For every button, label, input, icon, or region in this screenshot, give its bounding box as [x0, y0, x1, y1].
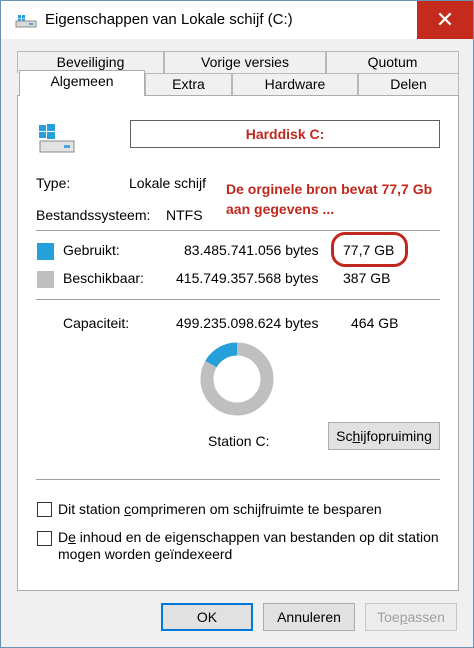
apply-label-part: Toe [377, 609, 400, 625]
window-title: Eigenschappen van Lokale schijf (C:) [45, 11, 293, 28]
disk-cleanup-button[interactable]: Schijfopruiming [328, 422, 440, 450]
close-icon: ✕ [435, 7, 455, 32]
used-space-arc [205, 342, 238, 368]
annotation-highlight-oval [331, 232, 408, 267]
compress-label-part: Dit station [58, 501, 125, 517]
compress-label[interactable]: Dit station comprimeren om schijfruimte … [58, 501, 382, 517]
apply-label-part: assen [407, 609, 445, 625]
tab-delen[interactable]: Delen [358, 73, 459, 95]
ok-button[interactable]: OK [161, 603, 253, 631]
cleanup-label-part: Sc [336, 428, 353, 444]
separator [36, 299, 440, 300]
tab-vorige-versies[interactable]: Vorige versies [164, 51, 326, 73]
filesystem-value: NTFS [166, 207, 203, 223]
capacity-label: Capaciteit: [63, 315, 130, 331]
free-color-swatch [37, 271, 54, 288]
free-bytes: 415.749.357.568 bytes [176, 270, 319, 286]
tab-algemeen[interactable]: Algemeen [19, 70, 145, 96]
separator [36, 230, 440, 231]
usage-donut-chart [200, 342, 274, 416]
index-label-part: D [58, 529, 69, 545]
annotation-note-line1: De orginele bron bevat 77,7 Gb [226, 181, 433, 197]
index-label-line2[interactable]: mogen worden geïndexeerd [58, 546, 232, 562]
close-button[interactable]: ✕ [417, 1, 473, 39]
station-label: Station C: [208, 433, 270, 449]
index-label-part: inhoud en de eigenschappen van bestanden… [75, 529, 439, 545]
title-bar[interactable]: Eigenschappen van Lokale schijf (C:) ✕ [1, 1, 473, 39]
capacity-bytes: 499.235.098.624 bytes [176, 315, 319, 331]
cleanup-label-part: ijfopruiming [360, 428, 432, 444]
properties-window: Eigenschappen van Lokale schijf (C:) ✕ B… [0, 0, 474, 648]
free-gb: 387 GB [343, 270, 391, 286]
tab-hardware[interactable]: Hardware [232, 73, 358, 95]
used-bytes: 83.485.741.056 bytes [184, 242, 319, 258]
apply-label-accesskey: p [399, 609, 408, 625]
filesystem-label: Bestandssysteem: [36, 207, 151, 223]
windows-drive-icon [39, 124, 75, 153]
cancel-button[interactable]: Annuleren [263, 603, 355, 631]
apply-button[interactable]: Toepassen [365, 603, 457, 631]
type-label: Type: [36, 175, 71, 191]
compress-label-part: omprimeren om schijfruimte te besparen [131, 501, 382, 517]
index-label-accesskey: e [68, 529, 76, 545]
compress-checkbox[interactable] [37, 502, 52, 517]
index-label[interactable]: De inhoud en de eigenschappen van bestan… [58, 529, 439, 545]
used-color-swatch [37, 243, 54, 260]
drive-name-field[interactable]: Harddisk C: [130, 120, 440, 148]
index-checkbox[interactable] [37, 531, 52, 546]
drive-icon [15, 15, 37, 28]
tab-quotum[interactable]: Quotum [326, 51, 459, 73]
used-label: Gebruikt: [63, 242, 120, 258]
general-panel: Harddisk C: Type: Lokale schijf De orgin… [17, 95, 459, 591]
type-value: Lokale schijf [129, 175, 207, 191]
annotation-note-line2: aan gegevens ... [226, 201, 335, 217]
free-label: Beschikbaar: [63, 270, 144, 286]
capacity-gb: 464 GB [351, 315, 399, 331]
tab-extra[interactable]: Extra [145, 73, 232, 95]
separator [36, 479, 440, 480]
